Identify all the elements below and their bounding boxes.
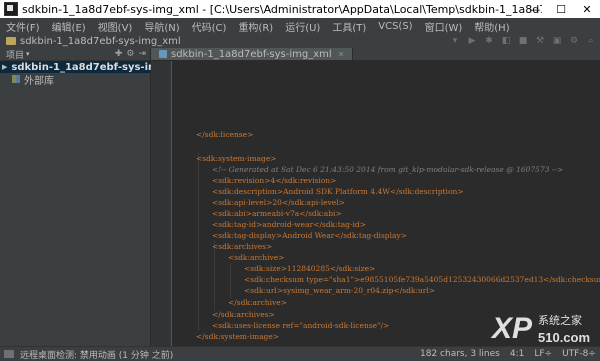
project-view-selector[interactable]: 项目 bbox=[6, 48, 24, 61]
intellij-app-icon bbox=[4, 2, 18, 16]
code-line: <sdk:system-image> bbox=[196, 154, 277, 163]
menu-vcs[interactable]: VCS(S) bbox=[372, 21, 418, 32]
menu-navigate[interactable]: 导航(N) bbox=[138, 19, 185, 34]
scroll-from-source-icon[interactable]: ✚ bbox=[115, 49, 123, 59]
gear-icon[interactable]: ⚙ bbox=[126, 49, 134, 59]
debug-icon[interactable]: ✱ bbox=[482, 35, 496, 47]
editor-tab[interactable]: sdkbin-1_1a8d7ebf-sys-img_xml ✕ bbox=[151, 48, 354, 60]
editor-tab-bar: sdkbin-1_1a8d7ebf-sys-img_xml ✕ bbox=[151, 48, 600, 61]
menu-run[interactable]: 运行(U) bbox=[279, 19, 326, 34]
chevron-down-icon[interactable]: ▾ bbox=[26, 50, 30, 58]
sdk-manager-icon[interactable]: ▣ bbox=[550, 35, 564, 47]
tree-item-external-libraries[interactable]: 外部库 bbox=[0, 73, 150, 87]
coverage-icon[interactable]: ◧ bbox=[499, 35, 513, 47]
indent-guide bbox=[198, 153, 199, 331]
menu-code[interactable]: 代码(C) bbox=[186, 19, 233, 34]
minimize-button[interactable]: — bbox=[522, 0, 548, 18]
tree-item-module[interactable]: ▶ sdkbin-1_1a8d7ebf-sys-img_ bbox=[0, 61, 171, 73]
code-line: <sdk:uses-license ref="android-sdk-licen… bbox=[212, 321, 390, 330]
tool-windows-icon[interactable] bbox=[4, 350, 14, 358]
indent-guide bbox=[230, 263, 231, 299]
code-line: <sdk:archives> bbox=[212, 242, 273, 251]
settings-icon[interactable]: ⚙ bbox=[567, 35, 581, 47]
status-message-area: 远程桌面检测: 禁用动画 (1 分钟 之前) bbox=[4, 348, 173, 361]
editor-gutter[interactable] bbox=[151, 61, 172, 346]
code-line: <sdk:description>Android SDK Platform 4.… bbox=[212, 187, 464, 196]
close-tab-icon[interactable]: ✕ bbox=[338, 50, 345, 59]
tree-item-label: 外部库 bbox=[24, 75, 54, 87]
menu-view[interactable]: 视图(V) bbox=[92, 19, 139, 34]
code-line: <sdk:revision>4</sdk:revision> bbox=[212, 176, 337, 185]
code-line: <sdk:tag-id>android-wear</sdk:tag-id> bbox=[212, 220, 366, 229]
build-icon[interactable]: ⚒ bbox=[533, 35, 547, 47]
watermark-site: 510.com bbox=[538, 330, 590, 345]
code-line: <sdk:archive> bbox=[228, 253, 285, 262]
code-line: <sdk:size>112840285</sdk:size> bbox=[244, 264, 376, 273]
run-icon[interactable]: ▶ bbox=[465, 35, 479, 47]
watermark-cn: 系统之家 bbox=[538, 313, 582, 327]
project-panel-header: 项目 ▾ ✚ ⚙ ⇥ bbox=[0, 48, 150, 61]
run-config-icon[interactable]: ▾ bbox=[448, 35, 462, 47]
breadcrumb[interactable]: sdkbin-1_1a8d7ebf-sys-img_xml bbox=[20, 36, 181, 47]
search-everywhere-icon[interactable]: ⌕ bbox=[584, 35, 598, 47]
window-controls: — ☐ ✕ bbox=[522, 0, 600, 18]
menu-window[interactable]: 窗口(W) bbox=[419, 19, 469, 34]
run-toolbar: ▾ ▶ ✱ ◧ ■ ⚒ ▣ ⚙ ⌕ bbox=[445, 34, 598, 48]
menu-refactor[interactable]: 重构(R) bbox=[232, 19, 279, 34]
project-panel-actions: ✚ ⚙ ⇥ bbox=[111, 49, 146, 59]
menu-tools[interactable]: 工具(T) bbox=[326, 19, 372, 34]
stop-icon[interactable]: ■ bbox=[516, 35, 530, 47]
library-icon bbox=[12, 75, 20, 83]
code-line: <sdk:api-level>20</sdk:api-level> bbox=[212, 198, 345, 207]
xml-file-icon bbox=[159, 50, 167, 58]
code-line: </sdk:license> bbox=[196, 130, 254, 139]
maximize-button[interactable]: ☐ bbox=[548, 0, 574, 18]
xp510-watermark-logo: XP 系统之家 510.com bbox=[488, 300, 600, 360]
title-bar: sdkbin-1_1a8d7ebf-sys-img_xml - [C:\User… bbox=[0, 0, 600, 19]
code-line: <sdk:abi>armeabi-v7a</sdk:abi> bbox=[212, 209, 342, 218]
chevron-right-icon[interactable]: ▶ bbox=[2, 63, 7, 71]
code-line: <sdk:url>sysimg_wear_arm-20_r04.zip</sdk… bbox=[244, 286, 436, 295]
code-comment: <!-- Generated at Sat Dec 6 21:43:50 201… bbox=[212, 165, 564, 174]
code-line: <sdk:tag-display>Android Wear</sdk:tag-d… bbox=[212, 231, 407, 240]
code-line: <sdk:checksum type="sha1">e9855105fe739a… bbox=[244, 275, 600, 284]
code-line: </sdk:archive> bbox=[228, 298, 287, 307]
menu-edit[interactable]: 编辑(E) bbox=[46, 19, 92, 34]
code-line: </sdk:system-image> bbox=[196, 332, 280, 341]
editor-tab-label: sdkbin-1_1a8d7ebf-sys-img_xml bbox=[171, 48, 332, 60]
status-message: 远程桌面检测: 禁用动画 (1 分钟 之前) bbox=[20, 350, 174, 361]
menu-help[interactable]: 帮助(H) bbox=[468, 19, 515, 34]
code-line: </sdk:archives> bbox=[212, 310, 275, 319]
watermark-brand: XP bbox=[490, 312, 533, 345]
menu-file[interactable]: 文件(F) bbox=[0, 19, 46, 34]
project-panel: 项目 ▾ ✚ ⚙ ⇥ ▶ sdkbin-1_1a8d7ebf-sys-img_ … bbox=[0, 48, 171, 346]
close-button[interactable]: ✕ bbox=[574, 0, 600, 18]
hide-panel-icon[interactable]: ⇥ bbox=[138, 49, 146, 59]
window-title: sdkbin-1_1a8d7ebf-sys-img_xml - [C:\User… bbox=[22, 2, 542, 16]
menu-bar: 文件(F) 编辑(E) 视图(V) 导航(N) 代码(C) 重构(R) 运行(U… bbox=[0, 18, 600, 35]
watermark-graphic: XP 系统之家 510.com bbox=[490, 312, 590, 345]
folder-icon bbox=[6, 37, 16, 45]
